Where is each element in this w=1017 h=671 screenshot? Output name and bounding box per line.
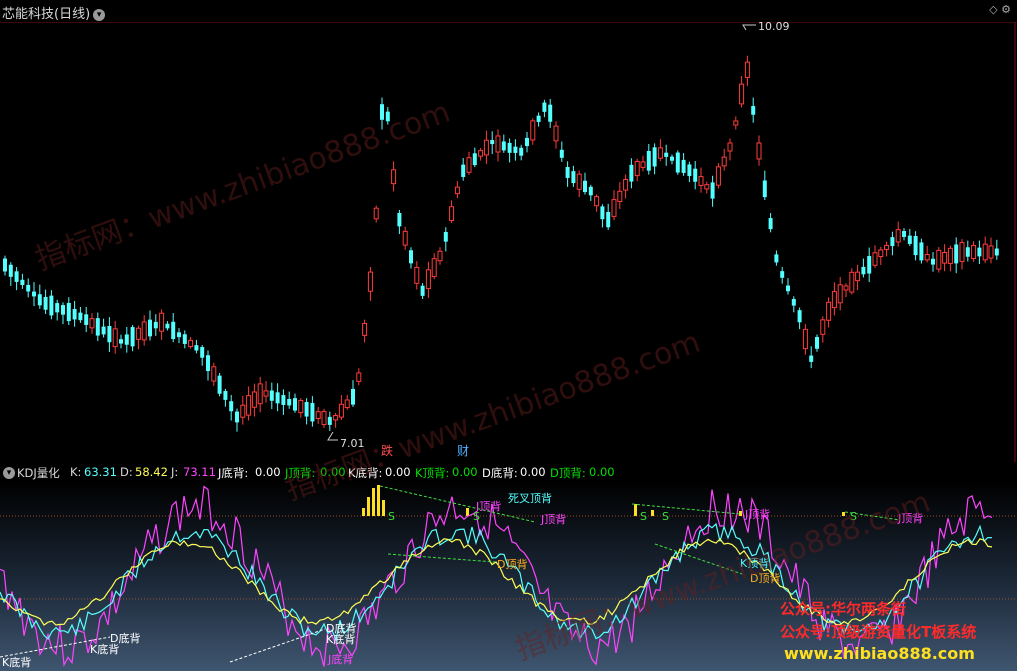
s-signal-1: S (388, 510, 395, 523)
j-bottom-annotation: J底背 (327, 652, 353, 666)
k-bottom-annotation-2: K底背 (2, 655, 31, 669)
signal-marker-red: 跌 (381, 443, 393, 458)
d-bottom-value: 0.00 (520, 465, 546, 479)
price-chart[interactable]: 10.09 7.01 跌 财 (0, 22, 1017, 462)
d-top-annotation-2: D顶背 (750, 571, 780, 585)
low-price-label: 7.01 (340, 437, 365, 450)
j-label: J: (171, 465, 179, 479)
j-top-annotation-4: J顶背 (897, 511, 923, 525)
j-value: 73.11 (183, 465, 216, 479)
j-top-annotation-3: J顶背 (744, 507, 770, 521)
chevron-down-icon[interactable]: ▾ (93, 9, 106, 21)
d-bottom-label: D底背: (482, 466, 518, 480)
d-value: 58.42 (135, 465, 168, 479)
k-value: 63.31 (84, 465, 117, 479)
indicator-header: ▾ KDJ量化 K: 63.31 D: 58.42 J: 73.11 J底背: … (0, 462, 1017, 482)
high-price-label: 10.09 (758, 22, 790, 33)
chart-title-bar: 芯能科技(日线) ▾ ◇ ⚙ (0, 0, 1017, 22)
candlestick-series (3, 55, 999, 432)
j-top-value: 0.00 (320, 465, 346, 479)
k-top-value: 0.00 (452, 465, 478, 479)
promo-line-2: 公众号:顶级游资量化T板系统 (780, 623, 977, 641)
k-bottom-annotation-3: K底背 (326, 632, 355, 646)
k-top-annotation: K顶背 (740, 556, 769, 570)
s-signal-3: S (640, 510, 647, 523)
k-label: K: (70, 465, 82, 479)
s-signal-5: S (850, 510, 857, 523)
k-bottom-value: 0.00 (385, 465, 411, 479)
stock-title: 芯能科技(日线) ▾ (2, 3, 106, 22)
signal-marker-blue: 财 (457, 444, 469, 458)
k-top-label: K顶背: (415, 466, 450, 480)
j-bottom-value: 0.00 (255, 465, 281, 479)
d-top-value: 0.00 (589, 465, 615, 479)
j-top-annotation-2: J顶背 (540, 512, 566, 526)
d-label: D: (120, 465, 133, 479)
k-bottom-label: K底背: (348, 466, 383, 480)
indicator-name: KDJ量化 (17, 466, 60, 480)
toolbar-icons[interactable]: ◇ ⚙ (989, 3, 1011, 16)
j-top-annotation-1: J顶背 (475, 499, 501, 513)
promo-line-1: 公众号:华尔两条街 (780, 600, 906, 618)
k-bottom-annotation-1: K底背 (90, 642, 119, 656)
j-top-label: J顶背: (285, 466, 316, 480)
dead-cross-annotation: 死叉顶背 (508, 491, 552, 505)
d-top-label: D顶背: (550, 466, 586, 480)
j-bottom-label: J底背: (218, 466, 249, 480)
promo-line-3: www.zhibiao888.com (784, 644, 975, 663)
kdj-indicator-panel[interactable]: S S S S S J顶背 死叉顶背 J顶背 J顶背 J顶背 D顶背 K顶背 D… (0, 482, 1017, 671)
d-top-annotation-1: D顶背 (497, 557, 527, 571)
s-signal-4: S (662, 510, 669, 523)
